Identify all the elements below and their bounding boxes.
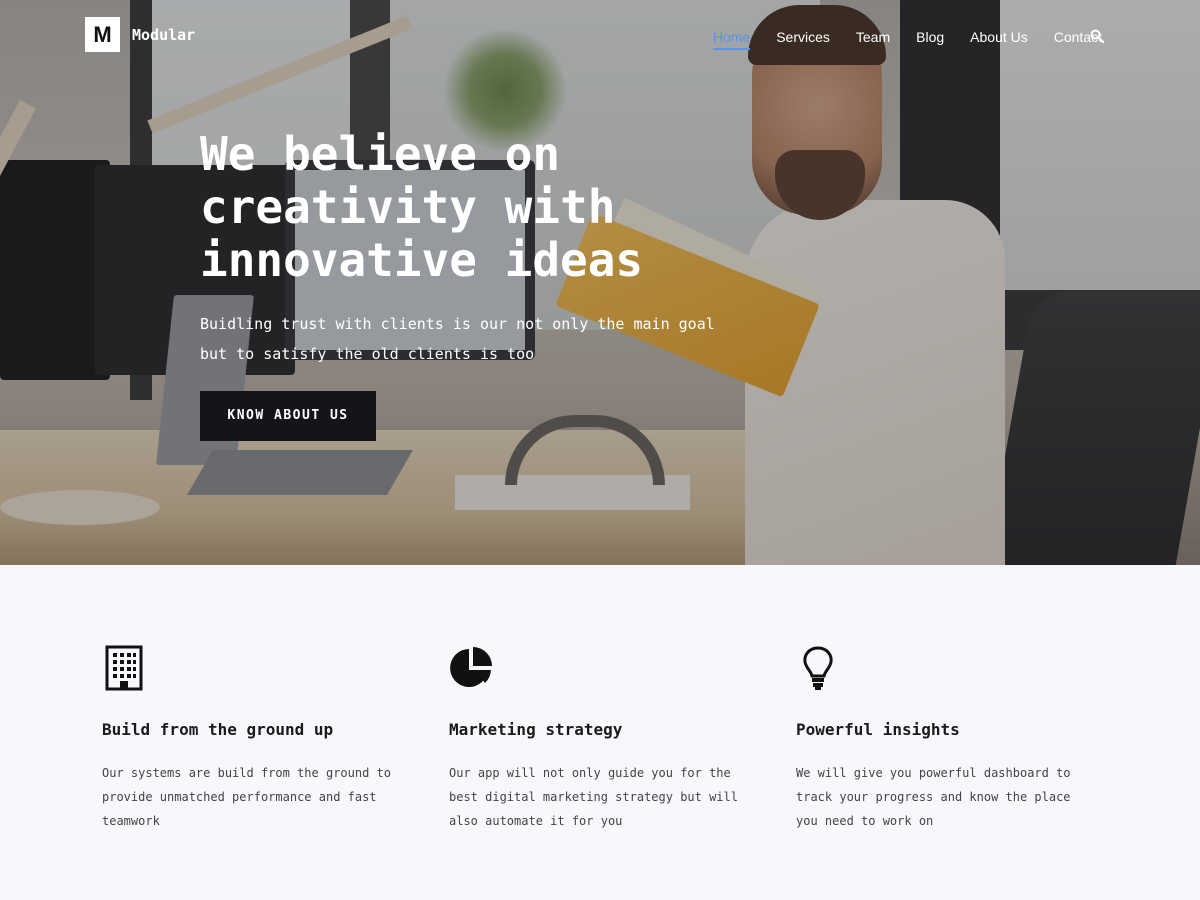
hero-title: We believe on creativity with innovative… xyxy=(200,127,644,287)
feature-card: Powerful insights We will give you power… xyxy=(796,645,1086,833)
feature-title: Marketing strategy xyxy=(449,720,623,739)
hero-subtitle: Buidling trust with clients is our not o… xyxy=(200,315,715,363)
know-about-us-button[interactable]: KNOW ABOUT US xyxy=(200,391,376,441)
building-icon xyxy=(105,645,143,691)
main-menu: Home Services Team Blog About Us Contact xyxy=(687,29,1102,50)
logo-letter: M xyxy=(93,21,112,47)
feature-description: Our systems are build from the ground to… xyxy=(102,766,391,828)
hero-section: M Modular Home Services Team Blog About … xyxy=(0,0,1200,565)
top-navigation: M Modular Home Services Team Blog About … xyxy=(0,0,1200,80)
hero-content: We believe on creativity with innovative… xyxy=(200,128,740,441)
lightbulb-icon xyxy=(803,646,833,690)
feature-card: Marketing strategy Our app will not only… xyxy=(449,645,739,833)
feature-card: Build from the ground up Our systems are… xyxy=(102,645,392,833)
nav-item-about-us[interactable]: About Us xyxy=(970,29,1028,50)
feature-title: Powerful insights xyxy=(796,720,960,739)
brand-name[interactable]: Modular xyxy=(132,26,195,44)
feature-description: We will give you powerful dashboard to t… xyxy=(796,766,1071,828)
search-icon[interactable] xyxy=(1090,29,1104,43)
pie-chart-icon xyxy=(450,647,492,687)
feature-title: Build from the ground up xyxy=(102,720,334,739)
feature-description: Our app will not only guide you for the … xyxy=(449,766,738,828)
nav-item-home[interactable]: Home xyxy=(712,29,751,50)
features-section: Build from the ground up Our systems are… xyxy=(0,565,1200,900)
logo[interactable]: M xyxy=(85,17,120,52)
nav-item-blog[interactable]: Blog xyxy=(916,29,944,50)
nav-item-services[interactable]: Services xyxy=(776,29,830,50)
nav-item-team[interactable]: Team xyxy=(856,29,890,50)
